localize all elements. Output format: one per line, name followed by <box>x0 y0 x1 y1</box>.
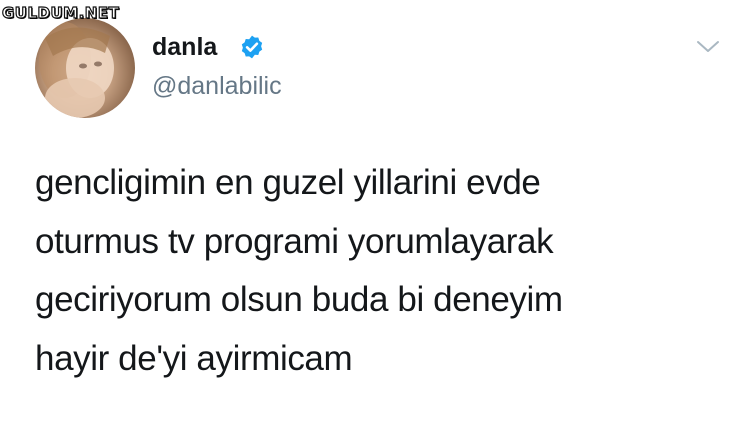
tweet-line: gencligimin en guzel yillarini evde <box>35 163 541 202</box>
watermark-logo: GULDUM.NET <box>1 3 120 22</box>
tweet-line: hayir de'yi ayirmicam <box>35 338 353 378</box>
tweet-line: oturmus tv programi yorumlayarak <box>35 221 554 261</box>
tweet-line: geciriyorum olsun buda bi deneyim <box>35 280 563 319</box>
verified-badge-icon <box>241 35 263 59</box>
avatar[interactable] <box>35 18 135 118</box>
tweet-text: gencligimin en guzel yillarini evde otur… <box>35 154 725 388</box>
display-name[interactable]: danla <box>152 33 217 62</box>
avatar-photo <box>39 22 114 118</box>
user-handle[interactable]: @danlabilic <box>152 72 282 101</box>
chevron-down-icon[interactable] <box>696 38 720 56</box>
